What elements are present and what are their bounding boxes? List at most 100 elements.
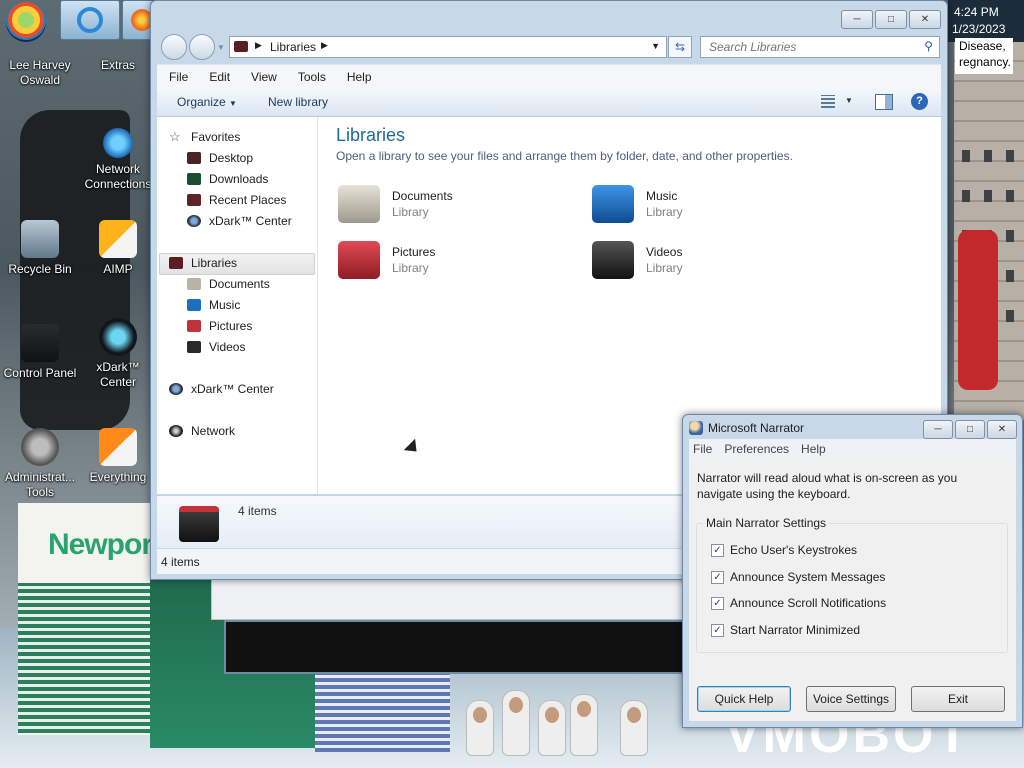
nav-recent-places[interactable]: Recent Places [187, 190, 286, 210]
quick-help-button[interactable]: Quick Help [697, 686, 791, 712]
narrator-close-button[interactable]: ✕ [987, 420, 1017, 439]
narrator-window: Microsoft Narrator ─ □ ✕ File Preference… [682, 414, 1023, 728]
forward-button[interactable] [189, 34, 215, 60]
status-item-count: 4 items [161, 555, 200, 569]
view-options-chevron-icon[interactable]: ▼ [845, 96, 853, 105]
desktop-icon-control-panel[interactable]: Control Panel [0, 324, 80, 381]
main-settings-group: Main Narrator Settings ✓ Echo User's Key… [696, 516, 1008, 653]
organize-label: Organize [177, 95, 226, 109]
back-button[interactable] [161, 34, 187, 60]
recent-pages-chevron-icon[interactable]: ▼ [217, 43, 225, 52]
menu-edit[interactable]: Edit [197, 65, 239, 89]
checkbox-checked-icon: ✓ [711, 623, 724, 637]
nav-libraries[interactable]: Libraries [169, 253, 237, 273]
restore-button[interactable]: □ [875, 10, 907, 29]
address-bar[interactable]: ▶ Libraries ▶ ▼ [229, 36, 667, 58]
breadcrumb-arrow-icon[interactable]: ▶ [321, 40, 328, 51]
desktop-icon-administrative-tools[interactable]: Administrat... Tools [0, 428, 80, 500]
narrator-minimize-button[interactable]: ─ [923, 420, 953, 439]
new-library-button[interactable]: New library [268, 95, 328, 109]
restore-icon: □ [966, 424, 974, 435]
group-label: Main Narrator Settings [703, 516, 830, 530]
library-type: Library [646, 261, 683, 275]
narrator-menu-file[interactable]: File [689, 439, 720, 459]
sticky-note-line: regnancy. [959, 55, 1011, 69]
desktop-icon-everything[interactable]: Everything [78, 428, 158, 485]
nav-desktop[interactable]: Desktop [187, 148, 253, 168]
desktop-icon-label: Recycle Bin [8, 262, 72, 276]
narrator-restore-button[interactable]: □ [955, 420, 985, 439]
library-videos[interactable]: Videos Library [592, 241, 822, 285]
xdark-center-icon [187, 215, 201, 227]
desktop-icon-xdark-center[interactable]: xDark™ Center [78, 318, 158, 390]
search-icon[interactable]: ⚲ [924, 39, 933, 53]
system-tray-clock[interactable]: 4:24 PM 1/23/2023 [948, 0, 1024, 42]
change-view-icon[interactable] [821, 95, 835, 108]
nav-label: Pictures [209, 319, 253, 333]
wallpaper-box-blue [315, 672, 450, 752]
desktop-icon-aimp[interactable]: AIMP [78, 220, 158, 277]
menu-tools[interactable]: Tools [286, 65, 335, 89]
search-input[interactable] [707, 37, 911, 57]
minimize-button[interactable]: ─ [841, 10, 873, 29]
nav-xdark-center[interactable]: xDark™ Center [169, 379, 274, 399]
nav-documents[interactable]: Documents [187, 274, 270, 294]
nav-xdark-center-fav[interactable]: xDark™ Center [187, 211, 292, 231]
preview-pane-icon[interactable] [875, 94, 893, 110]
nav-label: Favorites [191, 130, 241, 144]
library-type: Library [392, 205, 429, 219]
nav-videos[interactable]: Videos [187, 337, 245, 357]
announce-system-messages-checkbox[interactable]: ✓ Announce System Messages [711, 569, 885, 585]
narrator-menu-preferences[interactable]: Preferences [720, 439, 797, 459]
breadcrumb-arrow-icon[interactable]: ▶ [255, 40, 262, 51]
desktop-icon-network-connections[interactable]: Network Connections [78, 128, 158, 192]
checkbox-checked-icon: ✓ [711, 543, 724, 557]
echo-keystrokes-checkbox[interactable]: ✓ Echo User's Keystrokes [711, 542, 857, 558]
narrator-menu-bar: File Preferences Help [689, 439, 1016, 459]
exit-button[interactable]: Exit [911, 686, 1005, 712]
videos-library-icon [592, 241, 634, 279]
start-minimized-checkbox[interactable]: ✓ Start Narrator Minimized [711, 622, 860, 638]
nav-music[interactable]: Music [187, 295, 240, 315]
desktop-icon-extras[interactable]: Extras [78, 58, 158, 73]
menu-bar: File Edit View Tools Help [157, 64, 941, 89]
start-button[interactable] [6, 2, 46, 42]
restore-icon: □ [887, 14, 895, 25]
xdark-center-icon [99, 318, 137, 356]
narrator-menu-help[interactable]: Help [797, 439, 834, 459]
library-music[interactable]: Music Library [592, 185, 822, 229]
control-panel-icon [21, 324, 59, 362]
close-button[interactable]: ✕ [909, 10, 941, 29]
library-documents[interactable]: Documents Library [338, 185, 568, 229]
voice-settings-button[interactable]: Voice Settings [806, 686, 896, 712]
refresh-button[interactable]: ⇆ [668, 36, 692, 58]
nav-label: Desktop [209, 151, 254, 165]
downloads-icon [187, 173, 201, 185]
breadcrumb-libraries[interactable]: Libraries [270, 40, 316, 54]
taskbar-ie-button[interactable] [60, 0, 120, 40]
library-pictures[interactable]: Pictures Library [338, 241, 568, 285]
desktop-icon-lee-harvey-oswald[interactable]: Lee Harvey Oswald [0, 50, 80, 88]
narrator-body: Narrator will read aloud what is on-scre… [689, 459, 1016, 721]
desktop-icon-label: Control Panel [3, 366, 77, 380]
nav-favorites[interactable]: ☆ Favorites [169, 127, 240, 147]
address-dropdown-icon[interactable]: ▼ [651, 41, 660, 51]
announce-scroll-notifications-checkbox[interactable]: ✓ Announce Scroll Notifications [711, 595, 886, 611]
menu-file[interactable]: File [157, 65, 197, 89]
pictures-library-icon [338, 241, 380, 279]
desktop-icon-label: Lee Harvey Oswald [9, 58, 71, 87]
nav-pictures[interactable]: Pictures [187, 316, 252, 336]
organize-button[interactable]: Organize ▼ [177, 95, 237, 109]
desktop-icon-label: Everything [89, 470, 147, 484]
narrator-description: Narrator will read aloud what is on-scre… [697, 471, 958, 501]
desktop-icon-recycle-bin[interactable]: Recycle Bin [0, 220, 80, 277]
menu-help[interactable]: Help [335, 65, 381, 89]
nav-label: Recent Places [209, 193, 287, 207]
navigation-pane: ☆ Favorites Desktop Downloads Recent Pla… [157, 117, 318, 494]
search-box[interactable]: ⚲ [700, 36, 940, 58]
internet-explorer-icon [77, 7, 103, 33]
menu-view[interactable]: View [239, 65, 286, 89]
help-icon[interactable]: ? [911, 93, 928, 110]
nav-downloads[interactable]: Downloads [187, 169, 268, 189]
nav-network[interactable]: Network [169, 421, 235, 441]
